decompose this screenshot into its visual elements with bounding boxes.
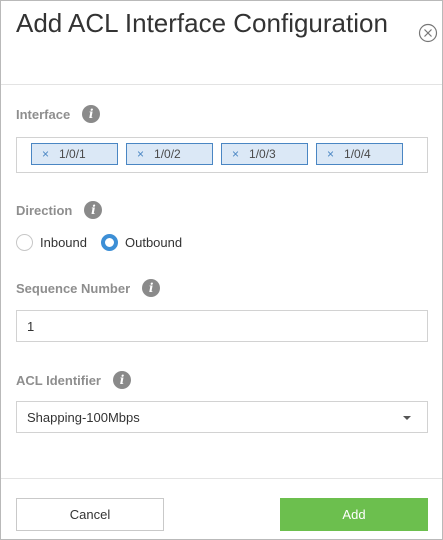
interface-tag: × 1/0/1 bbox=[31, 143, 118, 165]
remove-tag-icon[interactable]: × bbox=[42, 147, 49, 161]
acl-identifier-label-row: ACL Identifier i bbox=[16, 370, 131, 390]
chevron-down-icon bbox=[403, 416, 411, 420]
interface-label: Interface bbox=[16, 106, 71, 122]
direction-radio-group: Inbound Outbound bbox=[16, 233, 196, 251]
interface-tag-label: 1/0/2 bbox=[154, 147, 181, 161]
interface-tag: × 1/0/2 bbox=[126, 143, 213, 165]
cancel-button[interactable]: Cancel bbox=[16, 498, 164, 531]
interface-tag-label: 1/0/1 bbox=[59, 147, 86, 161]
outbound-radio-label[interactable]: Outbound bbox=[125, 235, 182, 250]
interface-tag: × 1/0/3 bbox=[221, 143, 308, 165]
interface-tag: × 1/0/4 bbox=[316, 143, 403, 165]
remove-tag-icon[interactable]: × bbox=[327, 147, 334, 161]
sequence-number-value: 1 bbox=[27, 318, 35, 334]
acl-interface-dialog: Add ACL Interface Configuration Interfac… bbox=[0, 0, 443, 540]
dialog-footer: Cancel Add bbox=[1, 478, 442, 539]
outbound-radio[interactable] bbox=[101, 233, 118, 251]
sequence-number-input[interactable]: 1 bbox=[16, 310, 428, 342]
remove-tag-icon[interactable]: × bbox=[137, 147, 144, 161]
interface-tag-label: 1/0/3 bbox=[249, 147, 276, 161]
direction-label-row: Direction i bbox=[16, 200, 103, 220]
acl-identifier-value: Shapping-100Mbps bbox=[27, 409, 140, 425]
inbound-radio[interactable] bbox=[16, 233, 33, 251]
interface-tag-label: 1/0/4 bbox=[344, 147, 371, 161]
add-button[interactable]: Add bbox=[280, 498, 428, 531]
remove-tag-icon[interactable]: × bbox=[232, 147, 239, 161]
inbound-radio-label[interactable]: Inbound bbox=[40, 235, 87, 250]
info-icon[interactable]: i bbox=[113, 371, 131, 389]
interface-label-row: Interface i bbox=[16, 104, 101, 124]
sequence-number-label: Sequence Number bbox=[16, 280, 131, 296]
dialog-header: Add ACL Interface Configuration bbox=[1, 1, 442, 85]
info-icon[interactable]: i bbox=[142, 279, 161, 297]
close-icon[interactable] bbox=[418, 23, 438, 43]
dialog-title: Add ACL Interface Configuration bbox=[16, 8, 388, 38]
info-icon[interactable]: i bbox=[84, 201, 103, 219]
acl-identifier-select[interactable]: Shapping-100Mbps bbox=[16, 401, 428, 433]
info-icon[interactable]: i bbox=[82, 105, 101, 123]
acl-identifier-label: ACL Identifier bbox=[16, 372, 101, 388]
interface-multiselect[interactable]: × 1/0/1 × 1/0/2 × 1/0/3 × 1/0/4 bbox=[16, 137, 428, 173]
direction-label: Direction bbox=[16, 202, 73, 218]
sequence-label-row: Sequence Number i bbox=[16, 278, 161, 298]
